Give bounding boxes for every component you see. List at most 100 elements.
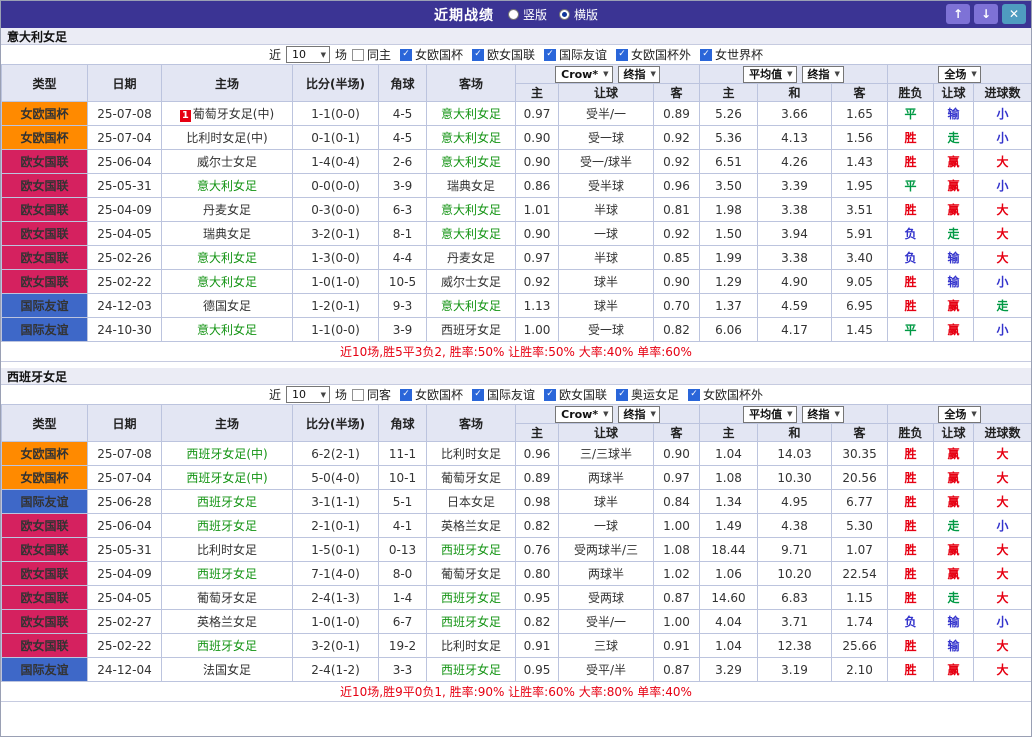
- away-team-cell[interactable]: 威尔士女足: [426, 269, 516, 294]
- filter-checkbox[interactable]: ✓ 女欧国杯外: [616, 46, 691, 63]
- away-team-cell[interactable]: 西班牙女足: [426, 537, 516, 562]
- away-team-cell[interactable]: 英格兰女足: [426, 513, 516, 538]
- score-cell[interactable]: 1-0(1-0): [292, 609, 379, 634]
- filter-checkbox[interactable]: ✓ 欧女国联: [472, 46, 535, 63]
- match-scope-select[interactable]: 全场 ▼: [938, 405, 981, 423]
- score-cell[interactable]: 1-5(0-1): [292, 537, 379, 562]
- checkbox-label: 女世界杯: [715, 48, 764, 62]
- filter-checkbox[interactable]: 同客: [351, 386, 391, 403]
- home-team-cell[interactable]: 意大利女足: [161, 269, 293, 294]
- score-cell[interactable]: 6-2(2-1): [292, 441, 379, 466]
- home-team-cell[interactable]: 丹麦女足: [161, 197, 293, 222]
- home-team-cell[interactable]: 西班牙女足: [161, 561, 293, 586]
- score-cell[interactable]: 1-3(0-0): [292, 245, 379, 270]
- odds-handicap-cell: 一球: [558, 221, 654, 246]
- home-team-cell[interactable]: 瑞典女足: [161, 221, 293, 246]
- home-team-cell[interactable]: 比利时女足: [161, 537, 293, 562]
- home-team-cell[interactable]: 西班牙女足(中): [161, 441, 293, 466]
- checkbox-icon: ✓: [544, 388, 557, 401]
- move-up-button[interactable]: ↑: [946, 4, 970, 24]
- odds-away-cell: 0.87: [652, 657, 701, 682]
- away-team-cell[interactable]: 意大利女足: [426, 293, 516, 318]
- home-team-cell[interactable]: 法国女足: [161, 657, 293, 682]
- filter-checkbox[interactable]: 同主: [351, 46, 391, 63]
- bookmaker-select[interactable]: Crow* ▼: [555, 65, 613, 83]
- away-team-cell[interactable]: 瑞典女足: [426, 173, 516, 198]
- score-cell[interactable]: 2-4(1-2): [292, 657, 379, 682]
- score-cell[interactable]: 3-1(1-1): [292, 489, 379, 514]
- filter-checkbox[interactable]: ✓ 奥运女足: [616, 386, 679, 403]
- home-team-cell[interactable]: 比利时女足(中): [161, 125, 293, 150]
- final-index-select[interactable]: 终指 ▼: [801, 65, 844, 83]
- away-team-cell[interactable]: 日本女足: [426, 489, 516, 514]
- away-team-name: 意大利女足: [440, 299, 501, 313]
- away-team-cell[interactable]: 意大利女足: [426, 125, 516, 150]
- score-cell[interactable]: 5-0(4-0): [292, 465, 379, 490]
- score-cell[interactable]: 1-1(0-0): [292, 317, 379, 342]
- match-scope-select[interactable]: 全场 ▼: [938, 65, 981, 83]
- away-team-cell[interactable]: 西班牙女足: [426, 657, 516, 682]
- odds-handicap-cell: 受一球: [558, 125, 654, 150]
- away-team-cell[interactable]: 意大利女足: [426, 101, 516, 126]
- home-team-cell[interactable]: 意大利女足: [161, 173, 293, 198]
- score-cell[interactable]: 3-2(0-1): [292, 633, 379, 658]
- recent-count-select[interactable]: 10 ▼: [285, 386, 330, 403]
- match-row: 国际友谊 25-06-28 西班牙女足 3-1(1-1) 5-1 日本女足 0.98 球半 0.…: [1, 489, 1031, 514]
- away-team-cell[interactable]: 西班牙女足: [426, 317, 516, 342]
- filter-checkbox[interactable]: ✓ 欧女国联: [544, 386, 607, 403]
- home-team-cell[interactable]: 西班牙女足: [161, 489, 293, 514]
- away-team-cell[interactable]: 丹麦女足: [426, 245, 516, 270]
- final-index-select[interactable]: 终指 ▼: [617, 65, 660, 83]
- away-team-cell[interactable]: 比利时女足: [426, 633, 516, 658]
- filter-checkbox[interactable]: ✓ 女世界杯: [700, 46, 763, 63]
- average-select[interactable]: 平均值 ▼: [743, 405, 797, 423]
- bookmaker-select[interactable]: Crow* ▼: [555, 405, 613, 423]
- move-down-button[interactable]: ↓: [974, 4, 998, 24]
- home-team-cell[interactable]: 葡萄牙女足: [161, 585, 293, 610]
- final-index-select[interactable]: 终指 ▼: [617, 405, 660, 423]
- home-team-cell[interactable]: 意大利女足: [161, 245, 293, 270]
- home-team-cell[interactable]: 威尔士女足: [161, 149, 293, 174]
- recent-count-select[interactable]: 10 ▼: [285, 46, 330, 63]
- away-team-cell[interactable]: 西班牙女足: [426, 609, 516, 634]
- filter-checkbox[interactable]: ✓ 女欧国杯外: [688, 386, 763, 403]
- filter-checkbox[interactable]: ✓ 女欧国杯: [399, 46, 463, 63]
- score-cell[interactable]: 1-0(1-0): [292, 269, 379, 294]
- filter-checkbox[interactable]: ✓ 女欧国杯: [399, 386, 463, 403]
- goals-result-cell: 小: [973, 269, 1031, 294]
- home-team-cell[interactable]: 西班牙女足(中): [161, 465, 293, 490]
- away-team-cell[interactable]: 意大利女足: [426, 197, 516, 222]
- close-button[interactable]: ✕: [1002, 4, 1026, 24]
- score-cell[interactable]: 1-2(0-1): [292, 293, 379, 318]
- away-team-cell[interactable]: 意大利女足: [426, 149, 516, 174]
- away-team-cell[interactable]: 西班牙女足: [426, 585, 516, 610]
- home-team-cell[interactable]: 1 葡萄牙女足(中): [161, 101, 293, 126]
- home-team-cell[interactable]: 德国女足: [161, 293, 293, 318]
- home-team-cell[interactable]: 西班牙女足: [161, 513, 293, 538]
- away-team-cell[interactable]: 葡萄牙女足: [426, 465, 516, 490]
- away-team-cell[interactable]: 葡萄牙女足: [426, 561, 516, 586]
- final-index-select[interactable]: 终指 ▼: [801, 405, 844, 423]
- layout-radio-horizontal[interactable]: 横版: [559, 6, 598, 23]
- away-team-cell[interactable]: 意大利女足: [426, 221, 516, 246]
- match-date-cell: 25-05-31: [87, 537, 162, 562]
- away-team-cell[interactable]: 比利时女足: [426, 441, 516, 466]
- score-cell[interactable]: 1-1(0-0): [292, 101, 379, 126]
- filter-checkbox[interactable]: ✓ 国际友谊: [544, 46, 607, 63]
- home-team-cell[interactable]: 意大利女足: [161, 317, 293, 342]
- avg-draw-cell: 4.59: [757, 293, 833, 318]
- score-cell[interactable]: 2-1(0-1): [292, 513, 379, 538]
- average-select[interactable]: 平均值 ▼: [743, 65, 797, 83]
- score-cell[interactable]: 0-1(0-1): [292, 125, 379, 150]
- score-cell[interactable]: 3-2(0-1): [292, 221, 379, 246]
- score-cell[interactable]: 2-4(1-3): [292, 585, 379, 610]
- home-team-cell[interactable]: 西班牙女足: [161, 633, 293, 658]
- score-cell[interactable]: 0-3(0-0): [292, 197, 379, 222]
- home-team-cell[interactable]: 英格兰女足: [161, 609, 293, 634]
- match-row: 欧女国联 25-06-04 西班牙女足 2-1(0-1) 4-1 英格兰女足 0.82 一球 1…: [1, 513, 1031, 538]
- filter-checkbox[interactable]: ✓ 国际友谊: [472, 386, 535, 403]
- layout-radio-vertical[interactable]: 竖版: [507, 6, 547, 23]
- score-cell[interactable]: 0-0(0-0): [292, 173, 379, 198]
- score-cell[interactable]: 7-1(4-0): [292, 561, 379, 586]
- score-cell[interactable]: 1-4(0-4): [292, 149, 379, 174]
